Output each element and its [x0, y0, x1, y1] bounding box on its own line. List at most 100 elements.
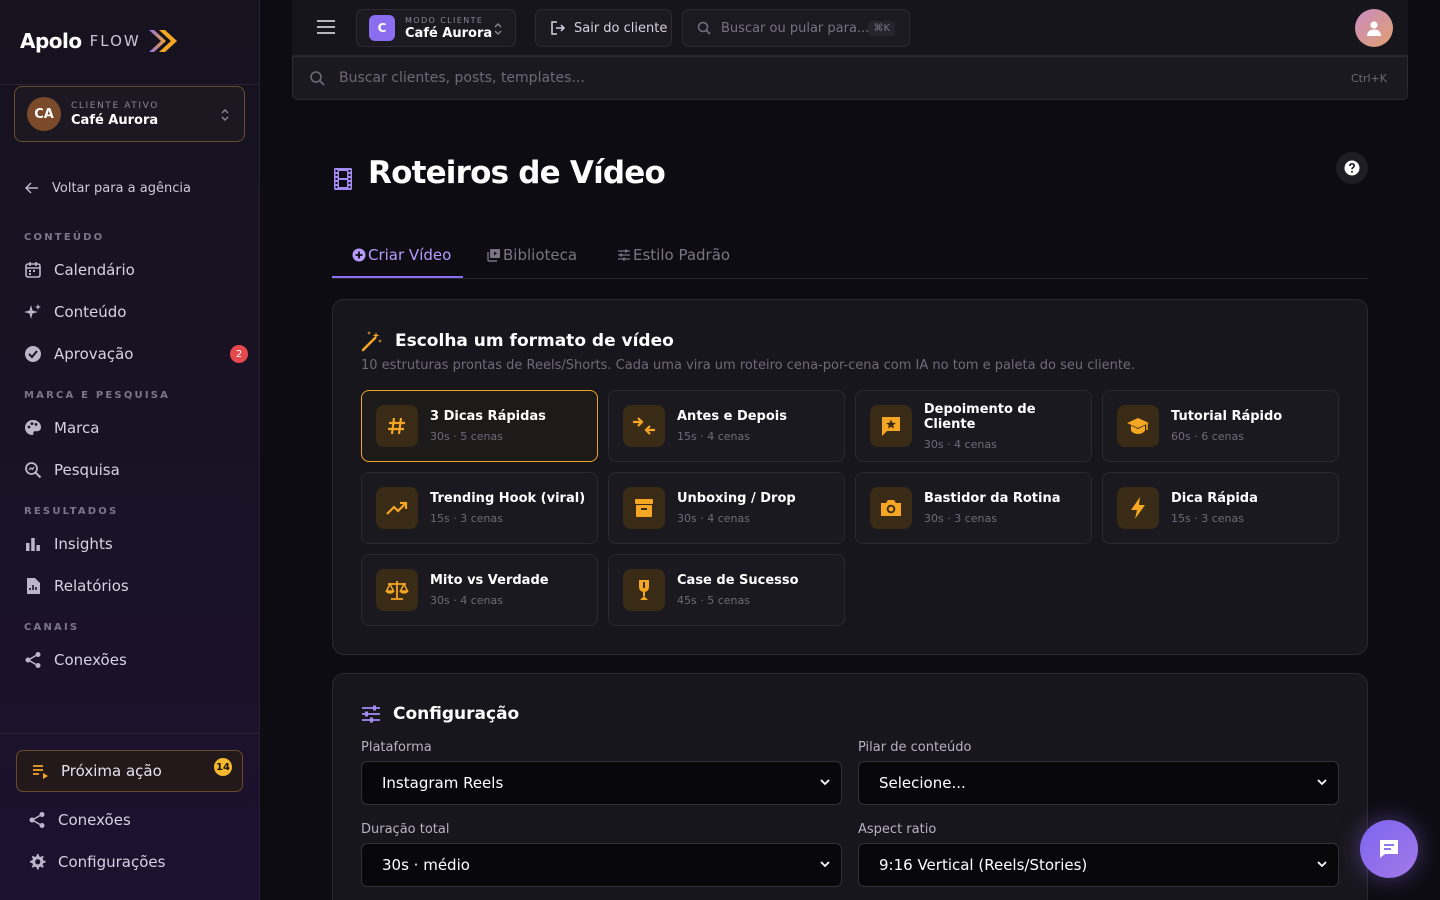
sidebar-item-bottom-connections[interactable]: Conexões — [28, 804, 254, 836]
divider — [0, 733, 259, 734]
jump-search-input[interactable]: Buscar ou pular para... ⌘K — [682, 9, 910, 47]
hamburger-menu-icon[interactable] — [316, 18, 336, 36]
tune-icon — [361, 704, 381, 724]
client-mode-switcher[interactable]: C MODO CLIENTE Café Aurora — [356, 9, 516, 47]
trophy-icon — [623, 569, 665, 611]
shortcut-hint: ⌘K — [868, 21, 895, 36]
logout-icon — [550, 20, 566, 36]
sidebar-item-label: Insights — [54, 535, 113, 553]
back-label: Voltar para a agência — [52, 180, 191, 196]
page-title: Roteiros de Vídeo — [368, 155, 666, 191]
sidebar-item-brand[interactable]: Marca — [24, 412, 250, 444]
client-mode-name: Café Aurora — [405, 25, 493, 41]
format-name: Dica Rápida — [1171, 491, 1258, 506]
gear-icon — [28, 853, 46, 871]
format-meta: 30s · 3 cenas — [924, 512, 997, 525]
sidebar-item-calendar[interactable]: Calendário — [24, 254, 250, 286]
tab-bar: Criar Vídeo Biblioteca Estilo Padrão — [332, 236, 1368, 279]
playlist-icon — [31, 762, 49, 780]
client-switcher[interactable]: CA CLIENTE ATIVO Café Aurora — [14, 86, 245, 142]
sidebar-item-research[interactable]: Pesquisa — [24, 454, 250, 486]
format-option[interactable]: 3 Dicas Rápidas 30s · 5 cenas — [361, 390, 598, 462]
section-label-results: RESULTADOS — [24, 506, 119, 517]
aspect-ratio-select[interactable]: 9:16 Vertical (Reels/Stories) — [858, 843, 1339, 887]
format-option[interactable]: Bastidor da Rotina 30s · 3 cenas — [855, 472, 1092, 544]
tab-label: Estilo Padrão — [633, 246, 731, 264]
configuration-title: Configuração — [393, 704, 520, 724]
client-mode-avatar: C — [369, 15, 395, 41]
approval-count-badge: 2 — [230, 345, 248, 363]
client-name: Café Aurora — [71, 112, 159, 128]
duration-label: Duração total — [361, 822, 450, 837]
format-name: Unboxing / Drop — [677, 491, 796, 506]
active-tab-indicator — [332, 276, 463, 278]
platform-label: Plataforma — [361, 740, 432, 755]
configuration-card: Configuração Plataforma Instagram Reels … — [332, 673, 1368, 900]
video-format-card: Escolha um formato de vídeo 10 estrutura… — [332, 299, 1368, 655]
help-button[interactable] — [1336, 152, 1368, 184]
archive-box-icon — [623, 487, 665, 529]
sidebar-item-settings[interactable]: Configurações — [28, 846, 254, 878]
format-name: Mito vs Verdade — [430, 573, 549, 588]
exit-client-button[interactable]: Sair do cliente — [535, 9, 672, 47]
exit-client-label: Sair do cliente — [574, 20, 668, 36]
page-header: Roteiros de Vídeo — [332, 154, 666, 192]
format-option[interactable]: Dica Rápida 15s · 3 cenas — [1102, 472, 1339, 544]
next-action-label: Próxima ação — [61, 762, 162, 780]
format-option[interactable]: Unboxing / Drop 30s · 4 cenas — [608, 472, 845, 544]
camera-icon — [870, 487, 912, 529]
format-option[interactable]: Mito vs Verdade 30s · 4 cenas — [361, 554, 598, 626]
sidebar-item-insights[interactable]: Insights — [24, 528, 250, 560]
content-pillar-label: Pilar de conteúdo — [858, 740, 972, 755]
tab-label: Criar Vídeo — [368, 246, 452, 264]
review-star-icon — [870, 405, 912, 447]
tab-library[interactable]: Biblioteca — [487, 246, 577, 264]
back-to-agency-link[interactable]: Voltar para a agência — [24, 180, 191, 196]
sidebar-item-label: Pesquisa — [54, 461, 120, 479]
next-action-count-badge: 14 — [214, 758, 232, 776]
format-name: Tutorial Rápido — [1171, 409, 1283, 424]
search-icon — [697, 21, 711, 35]
global-search-input[interactable]: Buscar clientes, posts, templates... Ctr… — [292, 56, 1408, 100]
sidebar-item-connections[interactable]: Conexões — [24, 644, 250, 676]
format-option[interactable]: Trending Hook (viral) 15s · 3 cenas — [361, 472, 598, 544]
chat-button[interactable] — [1360, 820, 1418, 878]
tune-icon — [617, 248, 631, 262]
format-name: Depoimento de Cliente — [923, 401, 1036, 432]
hash-icon — [376, 405, 418, 447]
lightning-icon — [1117, 487, 1159, 529]
brand-name: Apolo — [20, 29, 82, 53]
video-format-heading: Escolha um formato de vídeo — [361, 330, 674, 352]
tab-create-video[interactable]: Criar Vídeo — [352, 246, 451, 264]
format-meta: 15s · 4 cenas — [677, 430, 750, 443]
jump-search-placeholder: Buscar ou pular para... — [721, 20, 870, 36]
duration-select[interactable]: 30s · médio — [361, 843, 842, 887]
platform-select[interactable]: Instagram Reels — [361, 761, 842, 805]
content-pillar-select[interactable]: Selecione... — [858, 761, 1339, 805]
sidebar-item-content[interactable]: Conteúdo — [24, 296, 250, 328]
format-option[interactable]: Depoimento de Cliente 30s · 4 cenas — [855, 390, 1092, 462]
format-meta: 45s · 5 cenas — [677, 594, 750, 607]
search-analytics-icon — [24, 461, 42, 479]
aspect-ratio-value: 9:16 Vertical (Reels/Stories) — [879, 856, 1088, 874]
format-option[interactable]: Antes e Depois 15s · 4 cenas — [608, 390, 845, 462]
top-bar: C MODO CLIENTE Café Aurora Sair do clien… — [292, 0, 1408, 56]
chevron-logo-icon — [147, 28, 179, 54]
sidebar-item-reports[interactable]: Relatórios — [24, 570, 250, 602]
sidebar-item-approval[interactable]: Aprovação 2 — [24, 338, 250, 370]
palette-icon — [24, 419, 42, 437]
format-option[interactable]: Tutorial Rápido 60s · 6 cenas — [1102, 390, 1339, 462]
video-library-icon — [487, 248, 501, 262]
format-option[interactable]: Case de Sucesso 45s · 5 cenas — [608, 554, 845, 626]
user-avatar[interactable] — [1355, 9, 1393, 47]
next-action-button[interactable]: Próxima ação 14 — [16, 750, 243, 792]
duration-value: 30s · médio — [382, 856, 470, 874]
brand-logo[interactable]: Apolo FLOW — [20, 28, 179, 54]
format-meta: 15s · 3 cenas — [1171, 512, 1244, 525]
sidebar-item-label: Marca — [54, 419, 100, 437]
tab-default-style[interactable]: Estilo Padrão — [617, 246, 730, 264]
divider — [0, 84, 259, 85]
scale-icon — [376, 569, 418, 611]
format-name: 3 Dicas Rápidas — [430, 409, 546, 424]
client-mode-kicker: MODO CLIENTE — [405, 15, 484, 25]
